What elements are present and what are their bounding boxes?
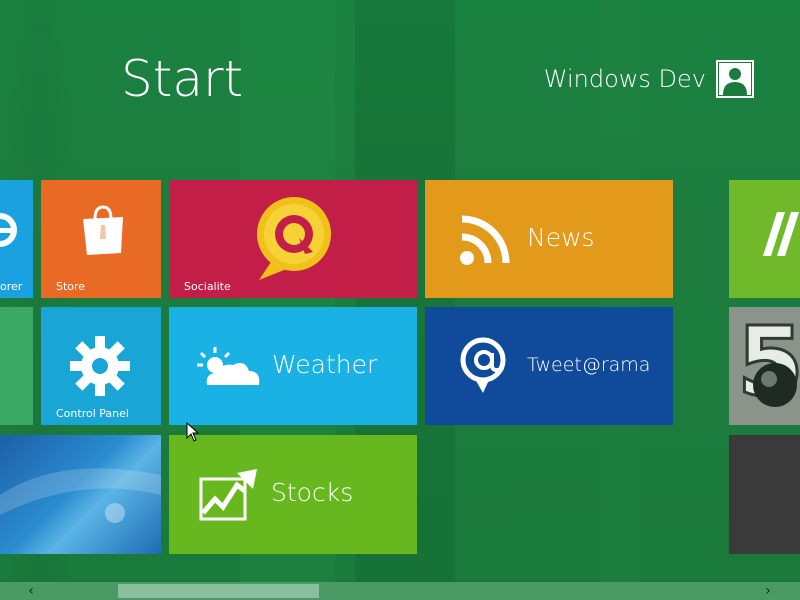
ie-icon: [0, 213, 17, 247]
desktop-wallpaper-icon: [0, 468, 161, 523]
store-bag-icon: [83, 205, 123, 255]
stocks-chart-icon: [199, 469, 257, 521]
scroll-right-button[interactable]: ›: [755, 582, 781, 600]
tile-green-partial[interactable]: [0, 307, 33, 425]
tile-label: Socialite: [184, 280, 231, 293]
slash-logo-icon: [763, 212, 799, 256]
tile-right-middle[interactable]: 5: [729, 307, 800, 425]
page-title: Start: [121, 50, 244, 108]
tile-store[interactable]: Store: [41, 180, 161, 298]
tile-news[interactable]: News: [425, 180, 673, 298]
tile-label: Control Panel: [56, 407, 129, 420]
tile-control-panel[interactable]: Control Panel: [41, 307, 161, 425]
number-badge-icon: 5: [737, 315, 800, 419]
weather-icon: [197, 347, 260, 385]
at-sign-icon: [460, 337, 506, 393]
tile-weather[interactable]: Weather: [169, 307, 417, 425]
tile-right-bottom[interactable]: [729, 435, 800, 554]
tile-label: Store: [56, 280, 86, 293]
scroll-left-button[interactable]: ‹: [18, 582, 44, 600]
gear-icon: [70, 336, 130, 396]
tile-right-top[interactable]: [729, 180, 800, 298]
tile-label: News: [527, 223, 595, 252]
tile-tweetarama[interactable]: Tweet@rama: [425, 307, 673, 425]
horizontal-scrollbar[interactable]: ‹ ›: [0, 582, 800, 600]
user-avatar-icon[interactable]: [716, 60, 754, 98]
tile-label: Weather: [272, 350, 378, 379]
tile-label: orer: [0, 280, 23, 293]
rss-icon: [460, 215, 510, 265]
cursor-icon: [186, 422, 200, 442]
tile-label: Stocks: [271, 478, 354, 507]
tile-socialite[interactable]: Socialite: [169, 180, 417, 298]
socialite-icon: [257, 197, 331, 280]
tile-label: Tweet@rama: [527, 354, 651, 376]
scroll-thumb[interactable]: [118, 584, 319, 598]
tile-desktop[interactable]: [0, 435, 161, 554]
tile-stocks[interactable]: Stocks: [169, 435, 417, 554]
user-account[interactable]: Windows Dev: [544, 60, 754, 98]
user-name: Windows Dev: [543, 65, 706, 93]
tile-internet-explorer[interactable]: orer: [0, 180, 33, 298]
